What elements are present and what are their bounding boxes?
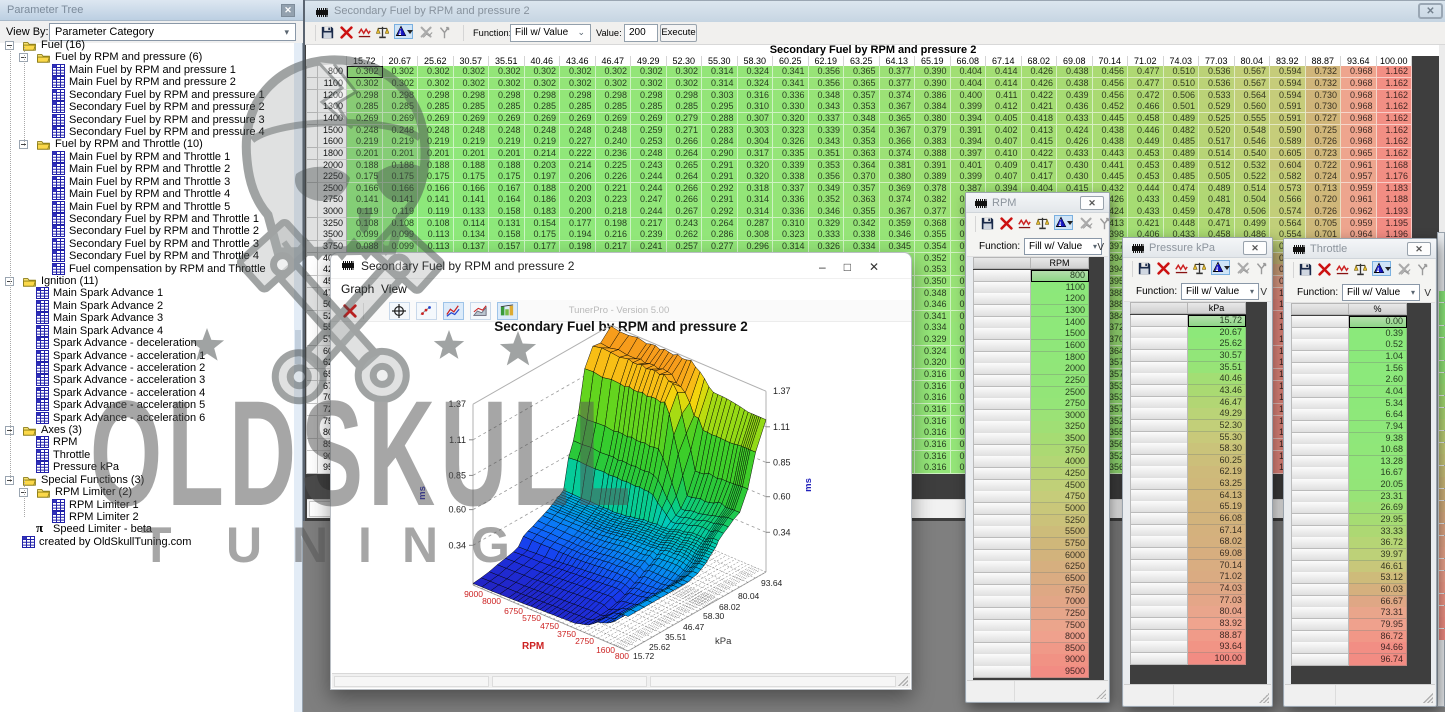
svg-text:RPM: RPM	[522, 641, 544, 652]
svg-text:46.47: 46.47	[683, 622, 705, 632]
svg-text:0.60: 0.60	[773, 492, 791, 502]
svg-text:0.60: 0.60	[448, 505, 466, 515]
svg-text:1600: 1600	[596, 645, 615, 655]
svg-text:5750: 5750	[522, 613, 541, 623]
svg-text:0.34: 0.34	[773, 527, 791, 537]
svg-text:0.85: 0.85	[448, 470, 466, 480]
svg-text:A: A	[1057, 219, 1063, 228]
svg-text:2750: 2750	[575, 636, 594, 646]
svg-text:93.64: 93.64	[761, 578, 783, 588]
svg-text:58.30: 58.30	[703, 611, 725, 621]
svg-text:15.72: 15.72	[633, 651, 655, 661]
svg-text:35.51: 35.51	[665, 632, 687, 642]
svg-text:A: A	[1375, 265, 1381, 274]
svg-text:1.37: 1.37	[773, 386, 791, 396]
svg-text:ms: ms	[803, 478, 814, 492]
svg-text:Secondary Fuel by RPM and pres: Secondary Fuel by RPM and pressure 2	[494, 319, 748, 334]
svg-text:TunerPro - Version 5.00: TunerPro - Version 5.00	[569, 305, 670, 316]
svg-text:80.04: 80.04	[738, 591, 760, 601]
svg-text:800: 800	[615, 651, 629, 661]
svg-text:3750: 3750	[557, 629, 576, 639]
svg-text:25.62: 25.62	[649, 642, 671, 652]
svg-text:8000: 8000	[482, 596, 501, 606]
svg-text:kPa: kPa	[715, 636, 732, 647]
svg-text:0.85: 0.85	[773, 457, 791, 467]
svg-text:68.02: 68.02	[719, 602, 741, 612]
svg-text:A: A	[1214, 264, 1220, 273]
svg-text:6750: 6750	[504, 606, 523, 616]
svg-text:0.34: 0.34	[448, 540, 466, 550]
svg-text:1.37: 1.37	[448, 399, 466, 409]
svg-text:1.11: 1.11	[449, 435, 466, 445]
svg-text:A: A	[397, 28, 403, 37]
svg-text:9000: 9000	[464, 589, 483, 599]
svg-text:1.11: 1.11	[773, 422, 790, 432]
svg-text:ms: ms	[417, 486, 428, 500]
